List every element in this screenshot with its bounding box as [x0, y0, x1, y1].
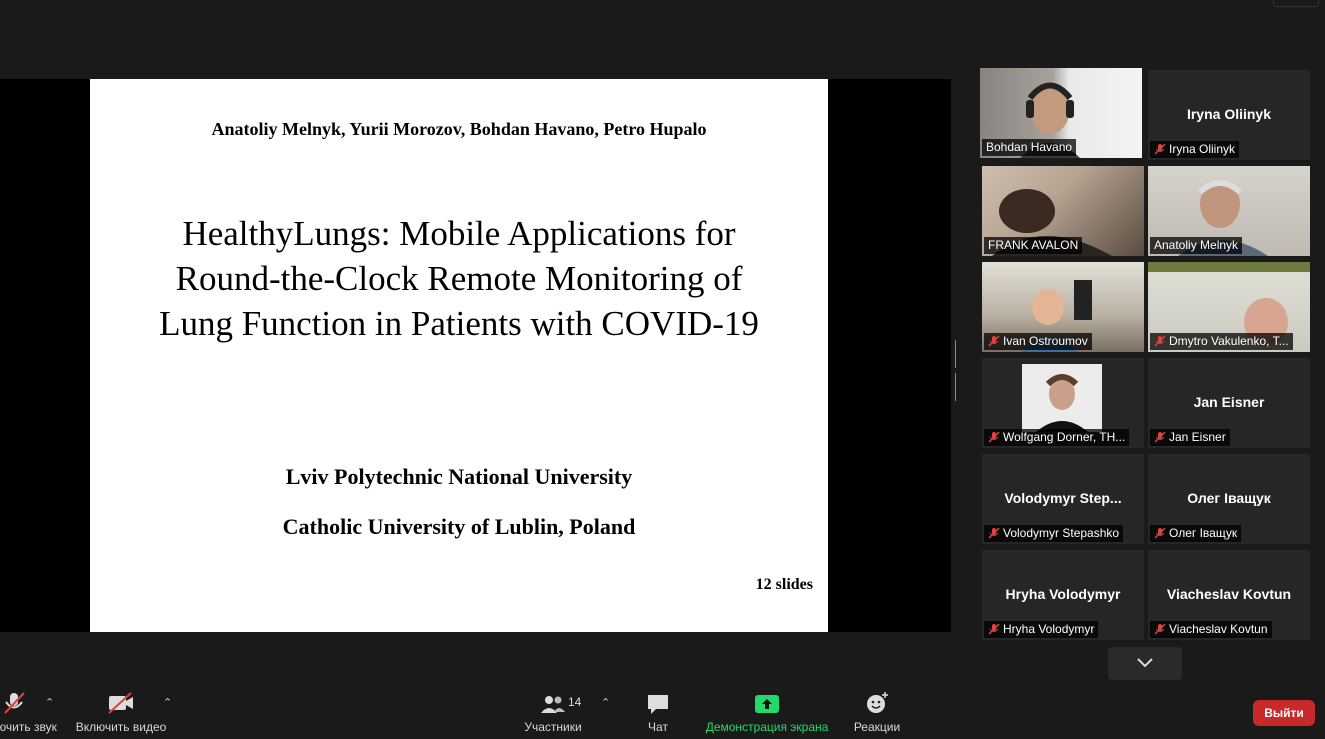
participant-display-name: Hryha Volodymyr [1005, 586, 1121, 602]
participant-tile[interactable]: Hryha Volodymyr Hryha Volodymyr [982, 550, 1144, 640]
unmute-button[interactable]: ючить звук [0, 682, 60, 739]
muted-mic-icon [988, 527, 1000, 539]
muted-mic-icon [1154, 431, 1166, 443]
participant-display-name: Jan Eisner [1193, 394, 1265, 410]
participant-name-label: Wolfgang Dorner, TH... [984, 429, 1130, 446]
muted-mic-icon [988, 335, 1000, 347]
participant-name: FRANK AVALON [984, 237, 1083, 254]
video-off-icon [108, 692, 133, 714]
participant-name-label: Ivan Ostroumov [984, 333, 1092, 350]
slide-title-line: Lung Function in Patients with COVID-19 [159, 304, 759, 343]
participant-tile[interactable]: Volodymyr Step... Volodymyr Stepashko [982, 454, 1144, 544]
leave-meeting-button[interactable]: Выйти [1253, 700, 1315, 726]
shared-screen: Anatoliy Melnyk, Yurii Morozov, Bohdan H… [0, 79, 951, 632]
participant-name: Hryha Volodymyr [1003, 622, 1095, 636]
participant-tile[interactable]: Jan Eisner Jan Eisner [1148, 358, 1310, 448]
participant-name-label: Hryha Volodymyr [984, 621, 1099, 638]
participant-tile[interactable]: Wolfgang Dorner, TH... [982, 358, 1144, 448]
slide-title-line: Round-the-Clock Remote Monitoring of [175, 259, 743, 298]
participant-display-name: Олег Іващук [1187, 490, 1271, 506]
video-options-caret[interactable]: ⌃ [163, 696, 172, 709]
meeting-toolbar: ючить звук ⌃ Включить видео ⌃ 14 Участни… [0, 682, 1325, 739]
share-screen-button[interactable]: Демонстрация экрана [704, 682, 830, 739]
muted-mic-icon [988, 431, 1000, 443]
participant-display-name: Iryna Oliinyk [1186, 106, 1272, 122]
slide-title-line: HealthyLungs: Mobile Applications for [182, 214, 736, 253]
participant-name: Олег Іващук [1169, 526, 1238, 540]
reactions-icon [867, 692, 888, 713]
unmute-label: ючить звук [0, 720, 57, 734]
participants-button[interactable]: 14 Участники [522, 682, 584, 739]
chat-button[interactable]: Чат [638, 682, 678, 739]
participant-name-label: Олег Іващук [1150, 525, 1242, 542]
participant-tile[interactable]: FRANK AVALON [982, 166, 1144, 256]
participant-name-label: Volodymyr Stepashko [984, 525, 1124, 542]
participant-name: Jan Eisner [1169, 430, 1226, 444]
gallery-next-page-button[interactable] [1108, 647, 1182, 680]
start-video-label: Включить видео [75, 720, 167, 734]
participant-tile[interactable]: Dmytro Vakulenko, T... [1148, 262, 1310, 352]
participant-name-label: Dmytro Vakulenko, T... [1150, 333, 1293, 350]
participant-tile[interactable]: Ivan Ostroumov [982, 262, 1144, 352]
participants-options-caret[interactable]: ⌃ [601, 696, 610, 709]
participant-name: Viacheslav Kovtun [1169, 622, 1268, 636]
view-options-button[interactable] [1273, 0, 1319, 7]
audio-options-caret[interactable]: ⌃ [45, 696, 54, 709]
slide-organization-2: Catholic University of Lublin, Poland [282, 514, 636, 539]
chat-label: Чат [648, 720, 668, 734]
participant-name: Volodymyr Stepashko [1003, 526, 1120, 540]
participant-name: Bohdan Havano [982, 139, 1077, 156]
slide-authors: Anatoliy Melnyk, Yurii Morozov, Bohdan H… [211, 119, 707, 139]
participant-display-name: Volodymyr Step... [1004, 490, 1122, 506]
reactions-button[interactable]: Реакции [852, 682, 902, 739]
participant-name: Anatoliy Melnyk [1150, 237, 1243, 254]
muted-mic-icon [988, 623, 1000, 635]
slide-organization-1: Lviv Polytechnic National University [285, 464, 633, 489]
presentation-slide: Anatoliy Melnyk, Yurii Morozov, Bohdan H… [90, 79, 828, 632]
participants-count: 14 [568, 695, 582, 709]
slide-title: HealthyLungs: Mobile Applications for Ro… [110, 211, 808, 346]
panel-resize-handle[interactable] [955, 340, 959, 401]
participant-tile[interactable]: Anatoliy Melnyk [1148, 166, 1310, 256]
participants-icon [541, 696, 565, 713]
slide-count: 12 slides [755, 576, 813, 593]
participant-name-label: Iryna Oliinyk [1150, 141, 1240, 158]
muted-mic-icon [1154, 143, 1166, 155]
participant-name: Dmytro Vakulenko, T... [1169, 334, 1289, 348]
muted-mic-icon [1154, 623, 1166, 635]
muted-mic-icon [1154, 527, 1166, 539]
participant-name-label: Viacheslav Kovtun [1150, 621, 1272, 638]
participant-tile[interactable]: Iryna Oliinyk Iryna Oliinyk [1148, 70, 1310, 160]
muted-mic-icon [1154, 335, 1166, 347]
share-screen-label: Демонстрация экрана [705, 720, 829, 734]
top-bar [0, 0, 1325, 56]
participant-tile[interactable]: Viacheslav Kovtun Viacheslav Kovtun [1148, 550, 1310, 640]
share-screen-icon [755, 695, 779, 713]
participant-name-label: Jan Eisner [1150, 429, 1230, 446]
participant-tile[interactable]: Олег Іващук Олег Іващук [1148, 454, 1310, 544]
reactions-label: Реакции [853, 720, 901, 734]
chevron-down-icon [1137, 658, 1153, 668]
participant-display-name: Viacheslav Kovtun [1166, 586, 1292, 602]
muted-mic-icon [4, 692, 25, 714]
participants-label: Участники [524, 720, 582, 734]
start-video-button[interactable]: Включить видео [76, 682, 166, 739]
participant-tile[interactable]: Bohdan Havano [980, 68, 1142, 158]
participant-name: Iryna Oliinyk [1169, 142, 1236, 156]
participant-name: Wolfgang Dorner, TH... [1003, 430, 1126, 444]
participant-name: Ivan Ostroumov [1003, 334, 1088, 348]
chat-icon [648, 695, 668, 714]
